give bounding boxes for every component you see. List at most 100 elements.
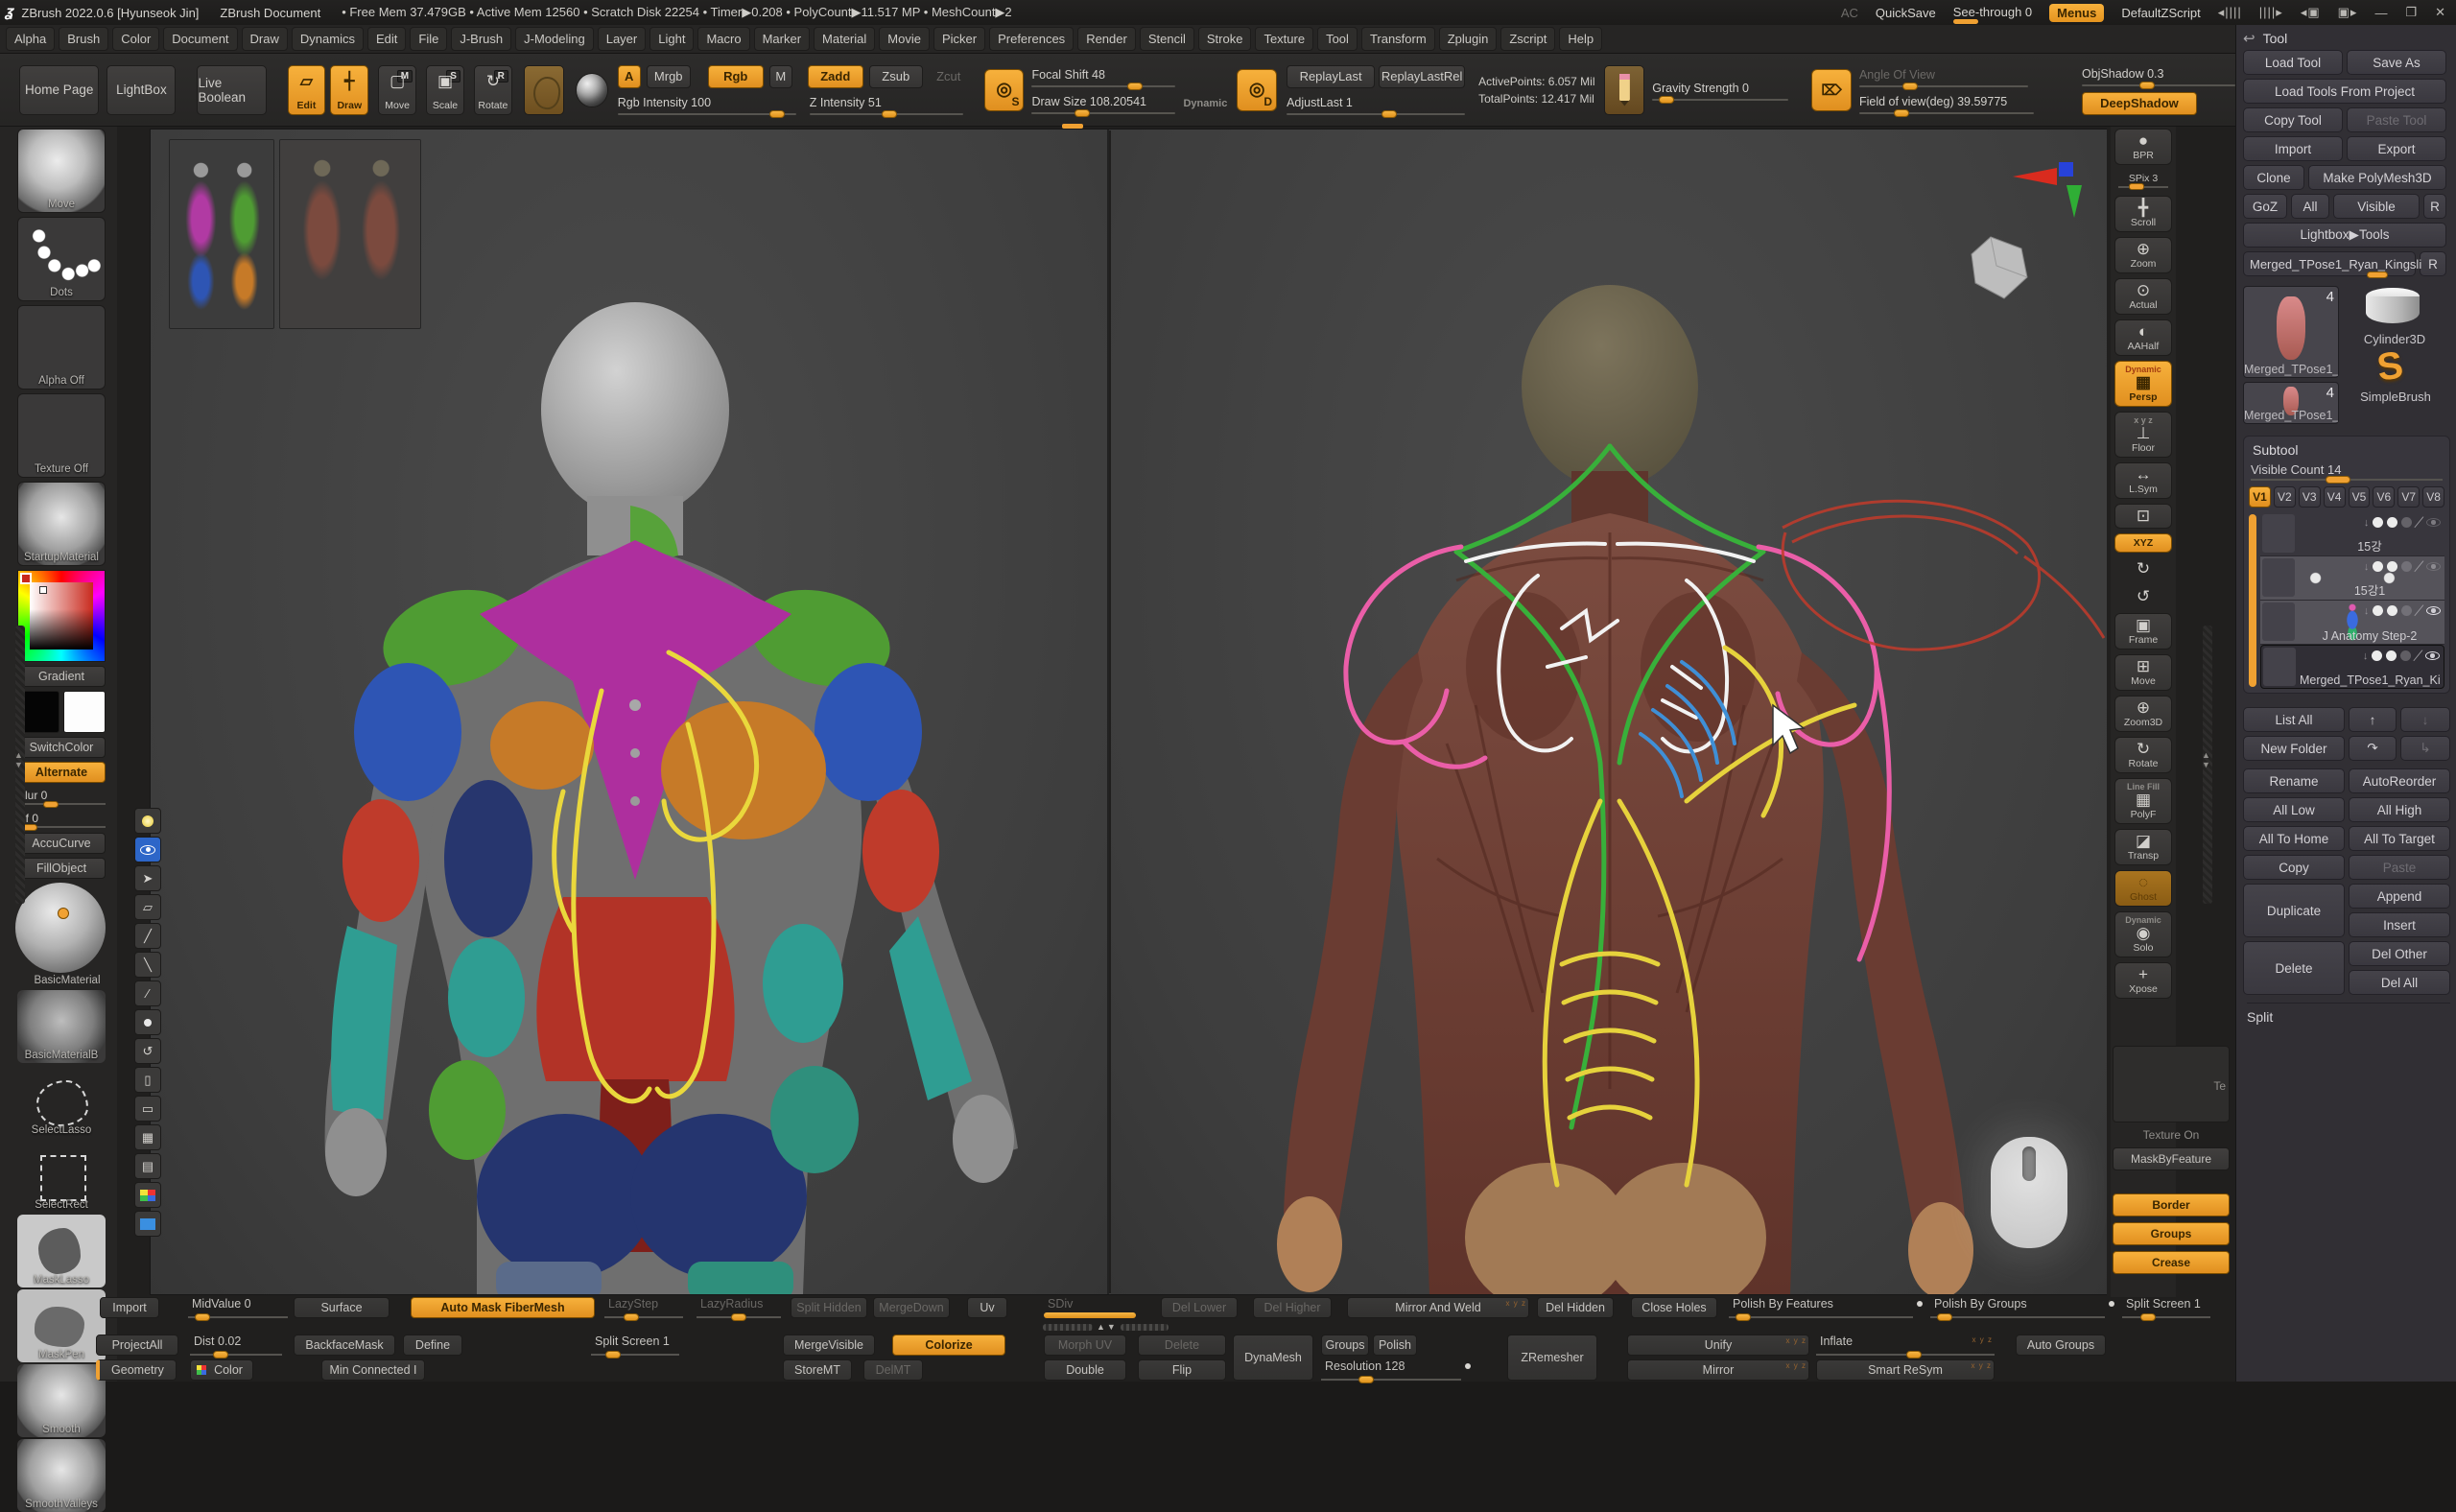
z-intensity-slider[interactable]: Z Intensity 51 <box>810 94 963 115</box>
restore-button[interactable]: ❐ <box>2405 5 2418 20</box>
paste-button[interactable]: Paste <box>2349 855 2450 880</box>
dist-slider[interactable]: Dist 0.02 <box>190 1335 282 1356</box>
new-folder-button[interactable]: New Folder <box>2243 736 2345 761</box>
crease-button[interactable]: Crease <box>2113 1251 2230 1274</box>
current-brush-slot[interactable] <box>524 65 564 115</box>
split-hidden-button[interactable]: Split Hidden <box>791 1297 867 1318</box>
all-to-target-button[interactable]: All To Target <box>2349 826 2450 851</box>
uv-button[interactable]: Uv <box>967 1297 1007 1318</box>
auto-groups-button[interactable]: Auto Groups <box>2016 1335 2106 1356</box>
rename-button[interactable]: Rename <box>2243 768 2345 793</box>
menu-item[interactable]: Draw <box>242 27 288 51</box>
tool-r-button[interactable]: R <box>2420 251 2446 276</box>
frame-button[interactable]: ▣ Frame <box>2114 613 2172 650</box>
flip-down-icon[interactable]: ↓ <box>2363 650 2369 662</box>
texture-on-label[interactable]: Texture On <box>2113 1128 2230 1142</box>
polypaint2-icon[interactable] <box>2387 561 2397 572</box>
gyro-polyhedron[interactable] <box>1968 233 2035 302</box>
undo-icon[interactable]: ↺ <box>134 1038 161 1064</box>
rotate-y-icon[interactable]: ↻ <box>2114 557 2172 580</box>
border-button[interactable]: Border <box>2113 1193 2230 1217</box>
solo-button[interactable]: Dynamic ◉ Solo <box>2114 911 2172 957</box>
switch-color-button[interactable]: SwitchColor <box>17 737 106 758</box>
menu-item[interactable]: Texture <box>1255 27 1313 51</box>
uv-delete-button[interactable]: Delete <box>1138 1335 1226 1356</box>
append-button[interactable]: Append <box>2349 884 2450 909</box>
copy-button[interactable]: Copy <box>2243 855 2345 880</box>
floor-button[interactable]: x y z ⊥ Floor <box>2114 412 2172 458</box>
zcut-toggle[interactable]: Zcut <box>929 65 969 88</box>
mergevisible-button[interactable]: MergeVisible <box>783 1335 875 1356</box>
menu-item[interactable]: J-Modeling <box>515 27 594 51</box>
gravity-strength-slider[interactable]: Gravity Strength 0 <box>1652 80 1788 101</box>
lazystep-slider[interactable]: LazyStep <box>604 1297 683 1318</box>
copy-tool-button[interactable]: Copy Tool <box>2243 107 2343 132</box>
gradient-button[interactable]: Gradient <box>17 666 106 687</box>
xyz-button[interactable]: XYZ <box>2114 533 2172 553</box>
mask-by-feature-button[interactable]: MaskByFeature <box>2113 1147 2230 1170</box>
sculpt-brush-icon[interactable]: ╱ <box>2414 649 2422 662</box>
alpha-import-button[interactable]: Import <box>100 1297 159 1318</box>
close-button[interactable]: ✕ <box>2435 5 2446 20</box>
quicksave-button[interactable]: QuickSave <box>1876 6 1936 20</box>
visible-count-slider[interactable]: Visible Count 14 <box>2251 461 2443 481</box>
all-high-button[interactable]: All High <box>2349 797 2450 822</box>
replay-last-rel-button[interactable]: ReplayLastRel <box>1379 65 1465 88</box>
left-divider-arrows-icon[interactable]: ▲▼ <box>14 750 23 769</box>
colorize-button[interactable]: Colorize <box>892 1335 1005 1356</box>
del-other-button[interactable]: Del Other <box>2349 941 2450 966</box>
polypaint-icon[interactable] <box>2373 561 2383 572</box>
menu-item[interactable]: Movie <box>879 27 930 51</box>
menu-item[interactable]: Zplugin <box>1439 27 1498 51</box>
shrink-ui-icon[interactable]: ◂|||| <box>2218 5 2242 20</box>
move-mode-button[interactable]: M ▢ Move <box>378 65 416 115</box>
prev-doc-icon[interactable]: ◂▣ <box>2301 5 2321 20</box>
projectall-button[interactable]: ProjectAll <box>96 1335 178 1356</box>
angle-of-view-slider[interactable]: Angle Of View <box>1859 66 2028 87</box>
split-section-header[interactable]: Split <box>2247 1003 2450 1025</box>
expand-ui-icon[interactable]: ||||▸ <box>2259 5 2283 20</box>
subtool-tab-v6[interactable]: V6 <box>2373 486 2395 508</box>
rotate-view-button[interactable]: ↻ Rotate <box>2114 737 2172 773</box>
canvas-left-pane[interactable] <box>151 130 1109 1294</box>
persp-button[interactable]: Dynamic ▦ Persp <box>2114 361 2172 407</box>
field-of-view-slider[interactable]: Field of view(deg) 39.59775 <box>1859 93 2034 114</box>
flip-button[interactable]: Flip <box>1138 1359 1226 1381</box>
menu-item[interactable]: Light <box>649 27 694 51</box>
texture-preview-box[interactable]: Te <box>2113 1046 2230 1122</box>
all-low-button[interactable]: All Low <box>2243 797 2345 822</box>
menus-button[interactable]: Menus <box>2049 4 2104 22</box>
make-polymesh3d-button[interactable]: Make PolyMesh3D <box>2308 165 2446 190</box>
right-divider-arrows-icon[interactable]: ▲▼ <box>2202 750 2210 769</box>
list-all-button[interactable]: List All <box>2243 707 2345 732</box>
menu-item[interactable]: Stencil <box>1140 27 1194 51</box>
basic-material-sphere[interactable] <box>15 883 106 973</box>
texture-thumb[interactable]: Texture Off <box>17 393 106 478</box>
rgb-intensity-slider[interactable]: Rgb Intensity 100 <box>618 94 796 115</box>
menu-item[interactable]: Marker <box>754 27 810 51</box>
zadd-toggle[interactable]: Zadd <box>808 65 863 88</box>
subtool-item-anatomy-step2[interactable]: ↓ ╱ J Anatomy Step-2 <box>2260 601 2444 645</box>
double-button[interactable]: Double <box>1044 1359 1126 1381</box>
move-view-button[interactable]: ⊞ Move <box>2114 654 2172 691</box>
lightbox-tools-button[interactable]: Lightbox▶Tools <box>2243 223 2446 248</box>
polypaint-icon[interactable] <box>2373 605 2383 616</box>
sculpt-brush-icon[interactable]: ╱ <box>2415 603 2423 617</box>
canvas-divider-handle[interactable] <box>1062 124 1083 129</box>
goz-button[interactable]: GoZ <box>2243 194 2287 219</box>
smart-resym-button[interactable]: Smart ReSym x y z <box>1816 1359 1995 1381</box>
brush-smoothvalleys[interactable]: SmoothValleys <box>17 1439 106 1512</box>
reference-thumbnail-2[interactable] <box>279 139 421 329</box>
brush-selectlasso[interactable]: SelectLasso <box>17 1065 106 1138</box>
actual-button[interactable]: ⊙ Actual <box>2114 278 2172 315</box>
auto-mask-fibermesh-button[interactable]: Auto Mask FiberMesh <box>411 1297 595 1318</box>
menu-item[interactable]: Preferences <box>989 27 1074 51</box>
menu-item[interactable]: Transform <box>1361 27 1435 51</box>
subtool-tab-v2[interactable]: V2 <box>2274 486 2296 508</box>
menu-item[interactable]: Dynamics <box>292 27 364 51</box>
obj-shadow-slider[interactable]: ObjShadow 0.3 <box>2082 65 2235 86</box>
trash-icon[interactable]: ▯ <box>134 1067 161 1093</box>
eye-icon[interactable] <box>2426 562 2441 571</box>
document-canvas[interactable] <box>150 129 2107 1295</box>
dynamesh-groups-button[interactable]: Groups <box>1321 1335 1369 1356</box>
